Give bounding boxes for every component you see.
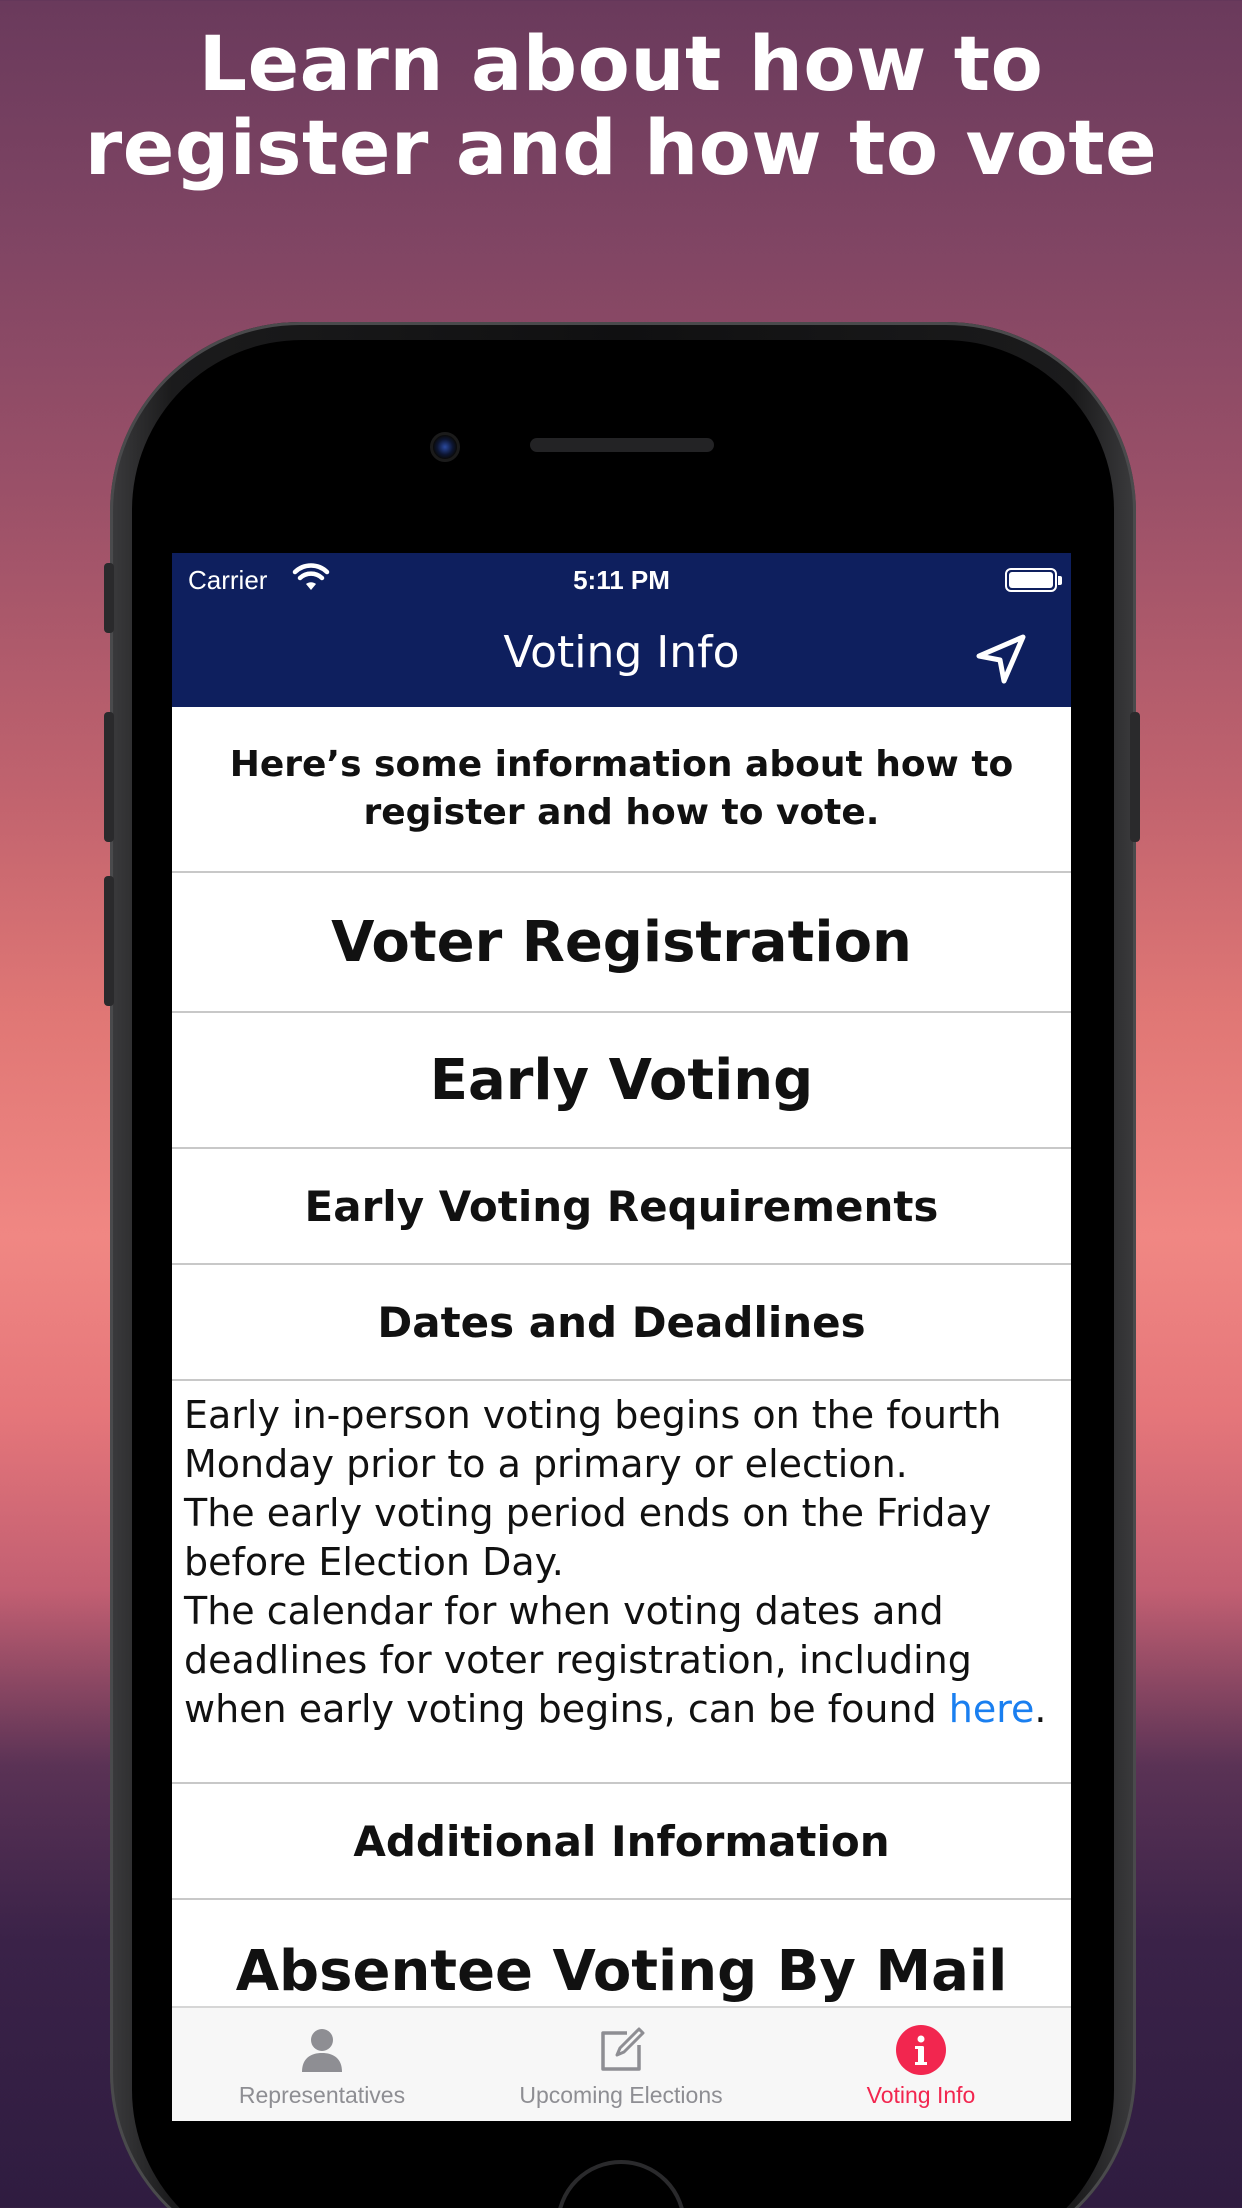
body-line: Early in-person voting begins on the fou… bbox=[184, 1393, 1002, 1437]
edit-note-icon bbox=[601, 2027, 645, 2071]
body-line: Monday prior to a primary or election. bbox=[184, 1442, 908, 1486]
phone-power-button bbox=[1130, 712, 1140, 842]
tab-label: Voting Info bbox=[866, 2082, 976, 2108]
body-line: The early voting period ends on the Frid… bbox=[184, 1491, 992, 1535]
tab-label: Representatives bbox=[238, 2082, 406, 2108]
body-line-last: when early voting begins, can be found h… bbox=[184, 1685, 1061, 1734]
app-screen: Carrier 5:11 PM Voting Info Here’s some … bbox=[172, 553, 1071, 2121]
navigation-bar: Carrier 5:11 PM Voting Info bbox=[172, 553, 1071, 707]
tab-voting-info[interactable]: Voting Info bbox=[771, 2008, 1071, 2121]
body-line: deadlines for voter registration, includ… bbox=[184, 1638, 972, 1682]
location-arrow-icon[interactable] bbox=[971, 629, 1031, 689]
promo-headline-line1: Learn about how to bbox=[198, 19, 1044, 108]
info-icon bbox=[896, 2025, 946, 2075]
subsection-additional-information[interactable]: Additional Information bbox=[172, 1784, 1071, 1900]
promo-headline: Learn about how to register and how to v… bbox=[0, 22, 1242, 190]
body-last-suffix: . bbox=[1034, 1687, 1047, 1731]
dates-deadlines-body: Early in-person voting begins on the fou… bbox=[172, 1381, 1071, 1784]
section-early-voting[interactable]: Early Voting bbox=[172, 1013, 1071, 1149]
tab-upcoming-elections[interactable]: Upcoming Elections bbox=[471, 2008, 771, 2121]
body-line: before Election Day. bbox=[184, 1540, 564, 1584]
front-camera bbox=[430, 432, 460, 462]
intro-line2: register and how to vote. bbox=[363, 792, 880, 833]
battery-icon bbox=[1005, 568, 1062, 592]
phone-volume-down bbox=[104, 876, 114, 1006]
person-icon bbox=[302, 2029, 342, 2072]
section-voter-registration[interactable]: Voter Registration bbox=[172, 873, 1071, 1013]
subsection-dates-and-deadlines[interactable]: Dates and Deadlines bbox=[172, 1265, 1071, 1381]
tab-representatives[interactable]: Representatives bbox=[172, 2008, 472, 2121]
tab-label: Upcoming Elections bbox=[519, 2082, 723, 2108]
status-time: 5:11 PM bbox=[573, 565, 670, 595]
page-title: Voting Info bbox=[503, 627, 740, 678]
tab-bar: Representatives Upcoming Elections Votin… bbox=[172, 2006, 1071, 2121]
body-last-prefix: when early voting begins, can be found bbox=[184, 1687, 949, 1731]
phone-volume-up bbox=[104, 712, 114, 842]
phone-mute-switch bbox=[104, 563, 114, 633]
section-absentee-voting[interactable]: Absentee Voting By Mail bbox=[172, 1900, 1071, 2006]
intro-text: Here’s some information about how to reg… bbox=[172, 707, 1071, 873]
earpiece-speaker bbox=[530, 438, 714, 452]
body-line: The calendar for when voting dates and bbox=[184, 1589, 944, 1633]
subsection-early-voting-requirements[interactable]: Early Voting Requirements bbox=[172, 1149, 1071, 1265]
intro-line1: Here’s some information about how to bbox=[229, 744, 1014, 785]
calendar-link[interactable]: here bbox=[949, 1687, 1035, 1731]
promo-headline-line2: register and how to vote bbox=[84, 103, 1158, 192]
